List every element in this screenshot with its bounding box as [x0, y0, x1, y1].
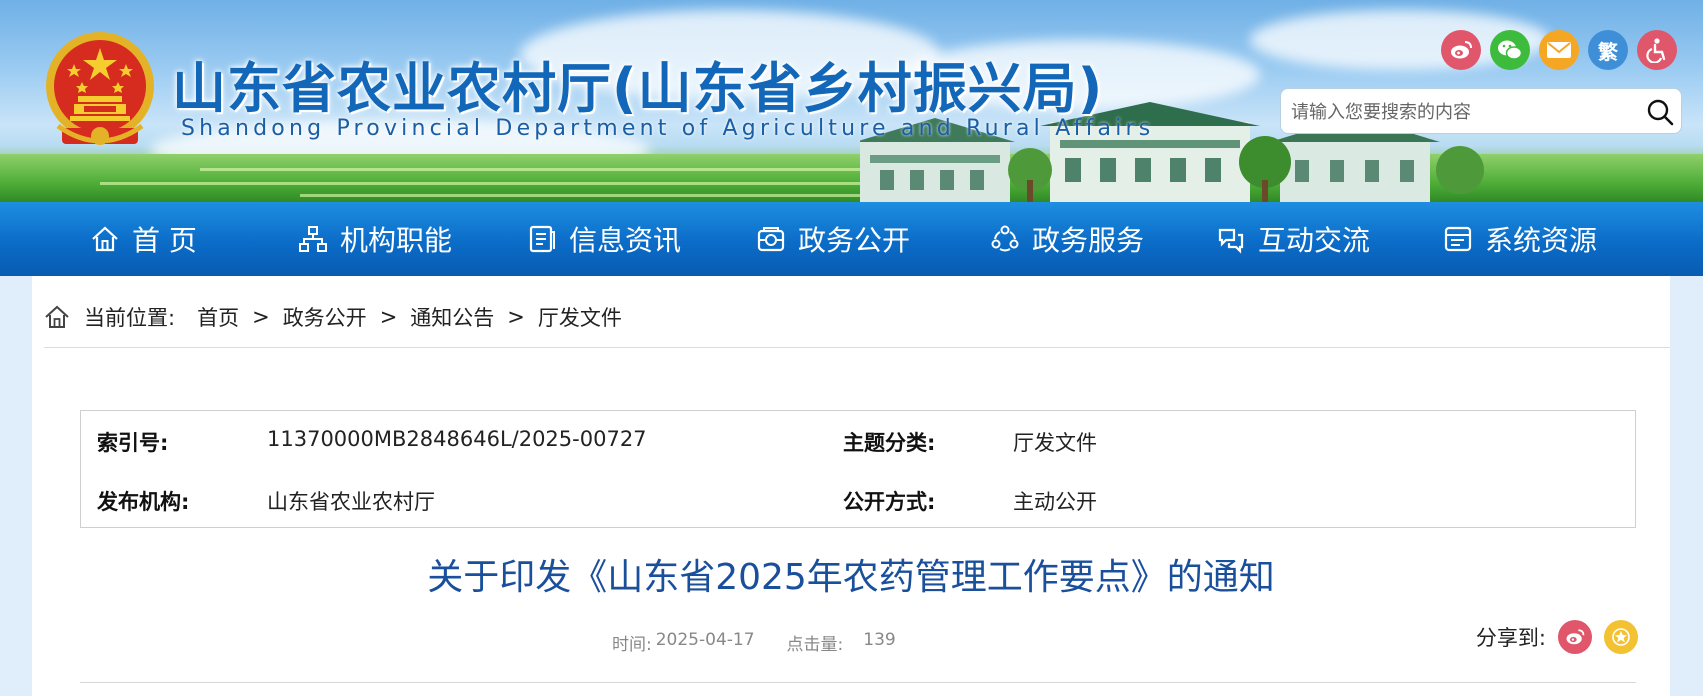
traditional-chinese-toggle[interactable]: 繁 — [1588, 30, 1628, 70]
nav-item-system-resources[interactable]: 系统资源 — [1443, 202, 1597, 276]
nav-label: 政务公开 — [798, 224, 911, 257]
index-number-value: 11370000MB2848646L/2025-00727 — [267, 427, 647, 451]
site-subtitle: Shandong Provincial Department of Agricu… — [181, 116, 1155, 141]
nav-label: 互动交流 — [1258, 224, 1371, 257]
clicks-label: 点击量: — [786, 635, 844, 655]
org-icon — [299, 226, 327, 252]
breadcrumb-home[interactable]: 首页 — [197, 302, 239, 332]
share-bar: 分享到: — [1476, 620, 1638, 654]
nav-item-government-service[interactable]: 政务服务 — [990, 202, 1144, 276]
site-title: 山东省农业农村厅(山东省乡村振兴局) — [172, 57, 1104, 120]
interaction-icon — [1218, 228, 1244, 254]
breadcrumb: 当前位置: 首页 > 政务公开 > 通知公告 > 厅发文件 — [44, 302, 622, 332]
share-favorite-icon[interactable] — [1604, 620, 1638, 654]
search-icon[interactable] — [1645, 97, 1675, 127]
breadcrumb-open-government[interactable]: 政务公开 — [283, 302, 367, 332]
publisher-value: 山东省农业农村厅 — [267, 490, 435, 514]
publisher-label: 发布机构: — [97, 490, 190, 514]
news-icon — [529, 225, 555, 253]
nav-item-news[interactable]: 信息资讯 — [527, 202, 681, 276]
home-icon — [92, 226, 118, 252]
index-number-label: 索引号: — [97, 431, 169, 455]
national-emblem-logo — [46, 32, 154, 145]
nav-label: 机构职能 — [340, 224, 453, 257]
disclosure-method-value: 主动公开 — [1013, 490, 1097, 514]
info-divider — [80, 682, 1636, 683]
wechat-icon[interactable] — [1490, 30, 1530, 70]
traditional-label: 繁 — [1598, 39, 1618, 64]
breadcrumb-divider — [44, 347, 1670, 348]
document-title: 关于印发《山东省2025年农药管理工作要点》的通知 — [427, 557, 1275, 598]
breadcrumb-separator: > — [379, 305, 398, 329]
breadcrumb-department-documents[interactable]: 厅发文件 — [538, 302, 622, 332]
topic-category-label: 主题分类: — [843, 431, 936, 455]
breadcrumb-home-icon — [45, 305, 69, 328]
accessibility-icon[interactable] — [1637, 30, 1677, 70]
main-nav: 首 页 机构职能 信息资讯 政务公开 政务服务 互动交流 系统资源 — [0, 202, 1703, 276]
open-gov-icon — [757, 227, 785, 252]
site-header: 山东省农业农村厅(山东省乡村振兴局) Shandong Provincial D… — [0, 0, 1703, 202]
breadcrumb-notices[interactable]: 通知公告 — [410, 302, 494, 332]
time-value: 2025-04-17 — [655, 630, 755, 650]
nav-label: 系统资源 — [1485, 224, 1598, 257]
nav-label: 信息资讯 — [569, 224, 682, 257]
nav-item-home[interactable]: 首 页 — [90, 202, 197, 276]
nav-item-interaction[interactable]: 互动交流 — [1216, 202, 1370, 276]
disclosure-method-label: 公开方式: — [843, 490, 936, 514]
clicks-value: 139 — [863, 630, 896, 650]
document-metadata-table: 索引号: 11370000MB2848646L/2025-00727 主题分类:… — [80, 410, 1636, 528]
document-info: 时间: 2025-04-17 点击量: 139 — [612, 630, 896, 655]
breadcrumb-separator: > — [252, 305, 270, 329]
time-label: 时间: — [612, 635, 652, 655]
header-icon-row: 繁 — [1441, 30, 1677, 70]
topic-category-value: 厅发文件 — [1013, 431, 1097, 455]
nav-item-organization[interactable]: 机构职能 — [298, 202, 452, 276]
share-label: 分享到: — [1475, 626, 1546, 650]
service-icon — [991, 225, 1019, 252]
mail-icon[interactable] — [1539, 30, 1579, 70]
breadcrumb-separator: > — [507, 305, 525, 329]
nav-label: 首 页 — [132, 224, 197, 257]
resource-icon — [1444, 226, 1472, 252]
search-box — [1280, 88, 1682, 134]
nav-item-open-government[interactable]: 政务公开 — [756, 202, 910, 276]
content-panel: 当前位置: 首页 > 政务公开 > 通知公告 > 厅发文件 索引号: 11370… — [32, 276, 1670, 696]
search-input[interactable] — [1289, 95, 1633, 129]
weibo-icon[interactable] — [1441, 30, 1481, 70]
breadcrumb-label: 当前位置: — [84, 306, 176, 330]
nav-label: 政务服务 — [1032, 224, 1145, 257]
share-weibo-icon[interactable] — [1558, 620, 1592, 654]
